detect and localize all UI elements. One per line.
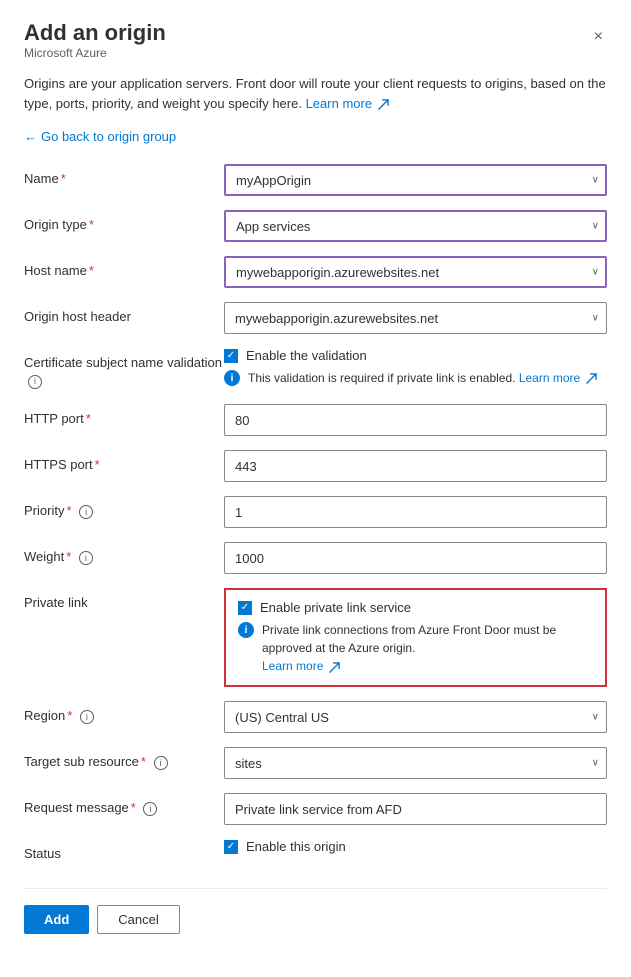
weight-label: Weight* i [24,542,224,566]
region-label: Region* i [24,701,224,725]
origin-type-control: App services Storage Cloud service Web A… [224,210,607,242]
private-link-checkbox[interactable] [238,601,252,615]
private-link-info-circle-icon: i [238,622,254,638]
priority-control [224,496,607,528]
certificate-checkbox-row: Enable the validation [224,348,607,363]
certificate-validation-row: Certificate subject name validation i En… [24,348,607,390]
origin-type-row: Origin type* App services Storage Cloud … [24,210,607,242]
description-text: Origins are your application servers. Fr… [24,74,607,113]
origin-type-dropdown[interactable]: App services Storage Cloud service Web A… [224,210,607,242]
host-name-row: Host name* mywebapporigin.azurewebsites.… [24,256,607,288]
region-dropdown[interactable]: (US) Central US (US) East US (US) West U… [224,701,607,733]
region-info-icon[interactable]: i [80,710,94,724]
dialog-footer: Add Cancel [24,888,607,954]
certificate-validation-label: Certificate subject name validation i [24,348,224,390]
certificate-validation-checkbox[interactable] [224,349,238,363]
priority-row: Priority* i [24,496,607,528]
certificate-checkbox-label: Enable the validation [246,348,367,363]
name-dropdown[interactable]: myAppOrigin [224,164,607,196]
back-to-origin-group-link[interactable]: ← Go back to origin group [24,129,176,144]
private-link-label: Private link [24,588,224,612]
external-link-icon [378,99,389,110]
certificate-info-text: This validation is required if private l… [248,369,597,387]
request-message-control [224,793,607,825]
host-name-dropdown[interactable]: mywebapporigin.azurewebsites.net [224,256,607,288]
region-control: (US) Central US (US) East US (US) West U… [224,701,607,733]
priority-info-icon[interactable]: i [79,505,93,519]
private-link-checkbox-row: Enable private link service [238,600,593,615]
origin-host-header-dropdown[interactable]: mywebapporigin.azurewebsites.net [224,302,607,334]
dialog-header: Add an origin Microsoft Azure × [24,20,607,72]
target-sub-resource-control: sites ∨ [224,747,607,779]
origin-host-header-row: Origin host header mywebapporigin.azurew… [24,302,607,334]
status-label: Status [24,839,224,863]
back-arrow-icon: ← [24,129,37,144]
certificate-validation-control: Enable the validation i This validation … [224,348,607,387]
certificate-validation-info-icon[interactable]: i [28,375,42,389]
request-message-info-icon[interactable]: i [143,802,157,816]
origin-host-header-label: Origin host header [24,302,224,326]
certificate-info-circle-icon: i [224,370,240,386]
private-link-info-text: Private link connections from Azure Fron… [262,621,593,675]
dialog-title: Add an origin [24,20,166,46]
private-link-learn-more-link[interactable]: Learn more [262,659,340,673]
http-port-label: HTTP port* [24,404,224,428]
status-checkbox-row: Enable this origin [224,839,607,854]
description-learn-more-link[interactable]: Learn more [306,96,389,111]
close-button[interactable]: × [590,24,607,50]
cancel-button[interactable]: Cancel [97,905,179,934]
add-origin-dialog: Add an origin Microsoft Azure × Origins … [0,0,631,977]
https-port-label: HTTPS port* [24,450,224,474]
request-message-label: Request message* i [24,793,224,817]
http-port-input[interactable] [224,404,607,436]
private-link-control: Enable private link service i Private li… [224,588,607,687]
request-message-row: Request message* i [24,793,607,825]
request-message-input[interactable] [224,793,607,825]
name-row: Name* myAppOrigin ∨ [24,164,607,196]
private-link-info-box: i Private link connections from Azure Fr… [238,621,593,675]
https-port-control [224,450,607,482]
http-port-control [224,404,607,436]
status-checkbox-label: Enable this origin [246,839,346,854]
private-link-row: Private link Enable private link service… [24,588,607,687]
weight-input[interactable] [224,542,607,574]
status-control: Enable this origin [224,839,607,860]
region-row: Region* i (US) Central US (US) East US (… [24,701,607,733]
private-link-external-link-icon [329,662,340,673]
http-port-row: HTTP port* [24,404,607,436]
certificate-external-link-icon [586,373,597,384]
weight-row: Weight* i [24,542,607,574]
status-row: Status Enable this origin [24,839,607,863]
priority-input[interactable] [224,496,607,528]
priority-label: Priority* i [24,496,224,520]
origin-type-label: Origin type* [24,210,224,234]
target-sub-resource-label: Target sub resource* i [24,747,224,771]
status-checkbox[interactable] [224,840,238,854]
origin-host-header-control: mywebapporigin.azurewebsites.net ∨ [224,302,607,334]
https-port-input[interactable] [224,450,607,482]
dialog-subtitle: Microsoft Azure [24,46,166,60]
host-name-control: mywebapporigin.azurewebsites.net ∨ [224,256,607,288]
weight-control [224,542,607,574]
certificate-info-box: i This validation is required if private… [224,369,607,387]
add-button[interactable]: Add [24,905,89,934]
private-link-box: Enable private link service i Private li… [224,588,607,687]
target-sub-resource-dropdown[interactable]: sites [224,747,607,779]
target-sub-resource-info-icon[interactable]: i [154,756,168,770]
name-label: Name* [24,164,224,188]
https-port-row: HTTPS port* [24,450,607,482]
target-sub-resource-row: Target sub resource* i sites ∨ [24,747,607,779]
name-control: myAppOrigin ∨ [224,164,607,196]
weight-info-icon[interactable]: i [79,551,93,565]
certificate-learn-more-link[interactable]: Learn more [519,371,597,385]
private-link-checkbox-label: Enable private link service [260,600,411,615]
host-name-label: Host name* [24,256,224,280]
